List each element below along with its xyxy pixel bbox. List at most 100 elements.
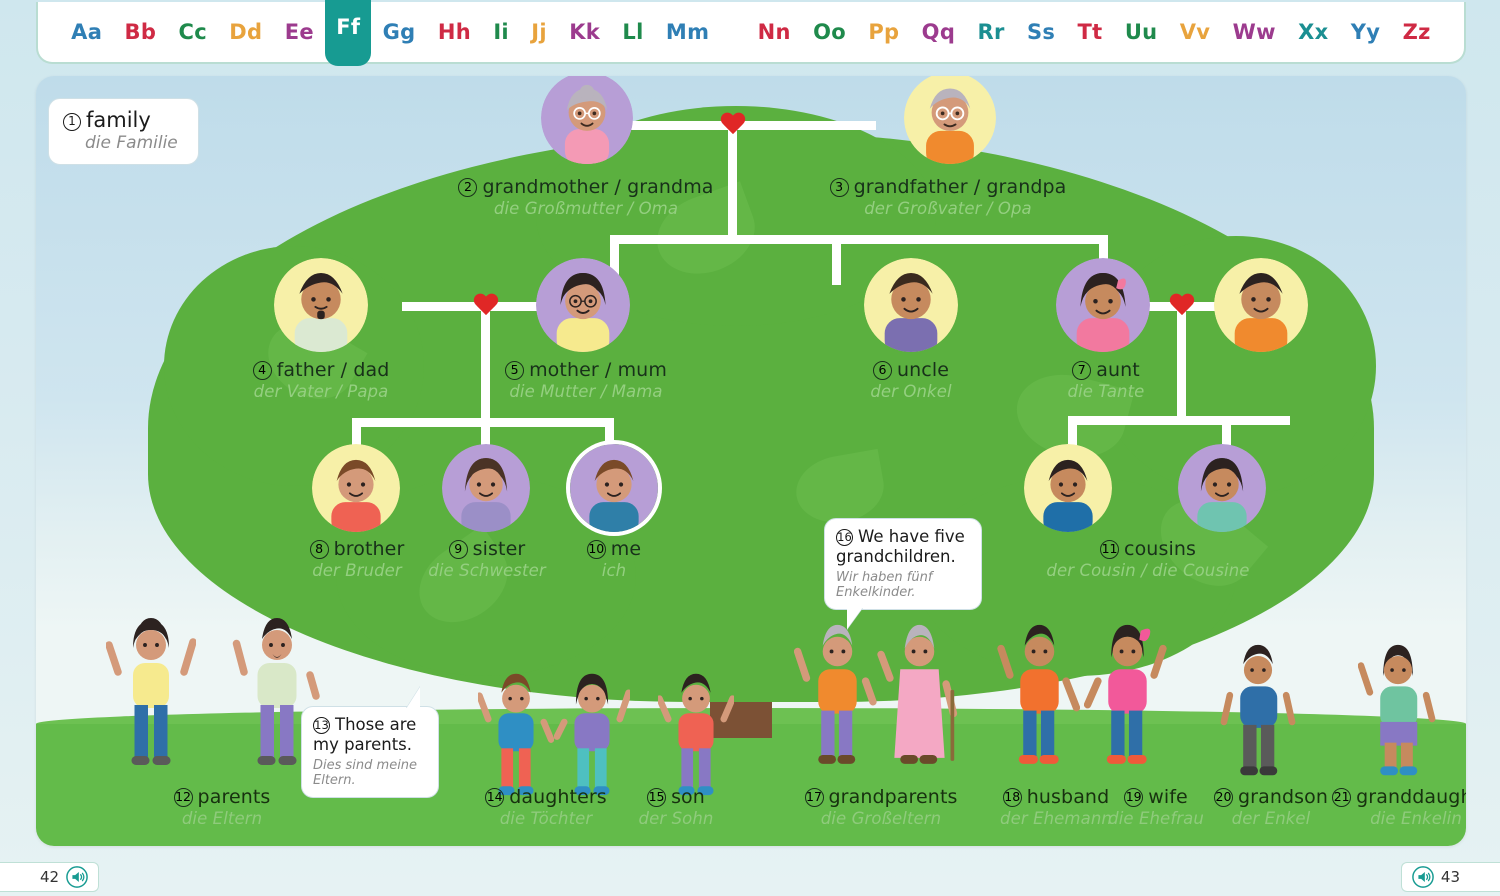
alphabet-letter-c[interactable]: Cc: [167, 1, 218, 63]
label-number: 2: [458, 178, 478, 197]
label-en: daughters: [509, 786, 607, 808]
figure-husband[interactable]: [996, 616, 1080, 786]
label-de: die Tante: [1067, 382, 1145, 401]
alphabet-letter-j[interactable]: Jj: [520, 1, 558, 63]
alphabet-letter-k[interactable]: Kk: [558, 1, 611, 63]
label-number: 7: [1072, 361, 1092, 380]
avatar-father[interactable]: [274, 258, 368, 352]
alphabet-letter-y[interactable]: Yy: [1340, 1, 1392, 63]
alphabet-letter-a[interactable]: Aa: [60, 1, 113, 63]
label-number: 6: [873, 361, 892, 380]
speaker-icon[interactable]: [1412, 866, 1434, 888]
avatar-cousin-girl[interactable]: [1178, 444, 1266, 532]
illustration-page: 2 grandmother / grandma die Großmutter / …: [36, 76, 1466, 846]
avatar-brother[interactable]: [312, 444, 400, 532]
alphabet-letter-n[interactable]: Nn: [746, 1, 801, 63]
label-en: grandmother / grandma: [482, 176, 714, 198]
label-de: die Eltern: [181, 809, 263, 828]
label-en: grandfather / grandpa: [853, 176, 1067, 198]
label-number: 21: [1332, 788, 1352, 807]
alphabet-letter-i[interactable]: Ii: [482, 1, 520, 63]
alphabet-letter-p[interactable]: Pp: [857, 1, 910, 63]
connector-heart-gf: [736, 121, 876, 130]
label-de: der Großvater / Opa: [864, 199, 1032, 218]
heart-icon-grandparents: [720, 113, 746, 137]
label-granddaughter: 21granddaughter die Enkelin: [1291, 786, 1466, 828]
avatar-me[interactable]: [570, 444, 658, 532]
alphabet-letter-q[interactable]: Qq: [911, 1, 967, 63]
label-mother: 5 mother / mum die Mutter / Mama: [466, 359, 706, 401]
label-en: father / dad: [276, 359, 390, 381]
avatar-mother[interactable]: [536, 258, 630, 352]
label-number: 12: [173, 788, 193, 807]
label-son: 15 son der Sohn: [596, 786, 756, 828]
alphabet-letter-h[interactable]: Hh: [427, 1, 482, 63]
topic-title-card: 1 family die Familie: [48, 98, 199, 165]
label-en: mother / mum: [529, 359, 667, 381]
alphabet-letter-t[interactable]: Tt: [1066, 1, 1113, 63]
avatar-sister[interactable]: [442, 444, 530, 532]
figure-parent-mother[interactable]: [106, 606, 196, 786]
alphabet-letter-f-active[interactable]: Ff: [325, 0, 372, 66]
speaker-icon[interactable]: [66, 866, 88, 888]
alphabet-letter-o[interactable]: Oo: [802, 1, 857, 63]
label-me: 10 me ich: [528, 538, 700, 580]
alphabet-letter-e[interactable]: Ee: [274, 1, 326, 63]
label-de: die Mutter / Mama: [509, 382, 663, 401]
alphabet-letter-x[interactable]: Xx: [1287, 1, 1340, 63]
label-number: 11: [1100, 540, 1120, 559]
avatar-uncle-by-marriage[interactable]: [1214, 258, 1308, 352]
label-number: 3: [829, 178, 849, 197]
connector-cousins-horizontal: [1068, 416, 1290, 425]
page-number-right: 43: [1440, 868, 1460, 886]
figure-grandson[interactable]: [1218, 636, 1298, 796]
label-number: 8: [309, 540, 329, 559]
label-cousins: 11 cousins der Cousin / die Cousine: [1018, 538, 1278, 580]
label-de: der Onkel: [870, 382, 952, 401]
alphabet-letter-l[interactable]: Ll: [611, 1, 655, 63]
label-number: 15: [647, 788, 667, 807]
alphabet-letter-d[interactable]: Dd: [218, 1, 273, 63]
figure-wife[interactable]: [1084, 616, 1168, 786]
avatar-grandmother[interactable]: [541, 76, 633, 164]
avatar-cousin-boy[interactable]: [1024, 444, 1112, 532]
bubble-number: 13: [313, 717, 330, 734]
label-en: sister: [472, 538, 526, 560]
alphabet-letter-z[interactable]: Zz: [1391, 1, 1441, 63]
footer-left-page: 42: [0, 862, 100, 892]
label-number: 20: [1214, 788, 1233, 807]
avatar-aunt[interactable]: [1056, 258, 1150, 352]
avatar-uncle[interactable]: [864, 258, 958, 352]
bubble-de: Dies sind meine Eltern.: [313, 757, 418, 788]
alphabet-letter-m[interactable]: Mm: [655, 1, 721, 63]
label-en: son: [671, 786, 705, 808]
footer-right-page: 43: [1400, 862, 1500, 892]
label-uncle: 6 uncle der Onkel: [816, 359, 1006, 401]
alphabet-letter-b[interactable]: Bb: [113, 1, 167, 63]
label-en: granddaughter: [1356, 786, 1466, 808]
alphabet-letter-w[interactable]: Ww: [1221, 1, 1287, 63]
label-parents: 12 parents die Eltern: [122, 786, 322, 828]
alphabet-letter-g[interactable]: Gg: [371, 1, 426, 63]
figure-granddaughter[interactable]: [1358, 636, 1438, 796]
alphabet-letter-s[interactable]: Ss: [1016, 1, 1067, 63]
alphabet-letter-v[interactable]: Vv: [1169, 1, 1222, 63]
avatar-grandfather[interactable]: [904, 76, 996, 164]
title-number: 1: [63, 113, 81, 131]
figure-grandfather-ground[interactable]: [794, 616, 878, 786]
alphabet-letter-r[interactable]: Rr: [966, 1, 1015, 63]
alphabet-letter-u[interactable]: Uu: [1114, 1, 1169, 63]
speech-bubble-five-grandchildren: 16 We have five grandchildren. Wir haben …: [824, 518, 982, 629]
label-de: der Cousin / die Cousine: [1046, 561, 1250, 580]
bubble-number: 16: [836, 529, 853, 546]
label-en: aunt: [1096, 359, 1140, 381]
label-de: der Vater / Papa: [253, 382, 389, 401]
figure-grandmother-ground[interactable]: [876, 616, 960, 786]
label-grandfather: 3 grandfather / grandpa der Großvater / O…: [788, 176, 1108, 218]
label-en: uncle: [897, 359, 949, 381]
bubble-de: Wir haben fünf Enkelkinder.: [836, 569, 933, 600]
connector-to-uncle: [832, 235, 841, 285]
label-de: ich: [601, 561, 627, 580]
label-de: die Großmutter / Oma: [493, 199, 679, 218]
label-en: cousins: [1124, 538, 1196, 560]
